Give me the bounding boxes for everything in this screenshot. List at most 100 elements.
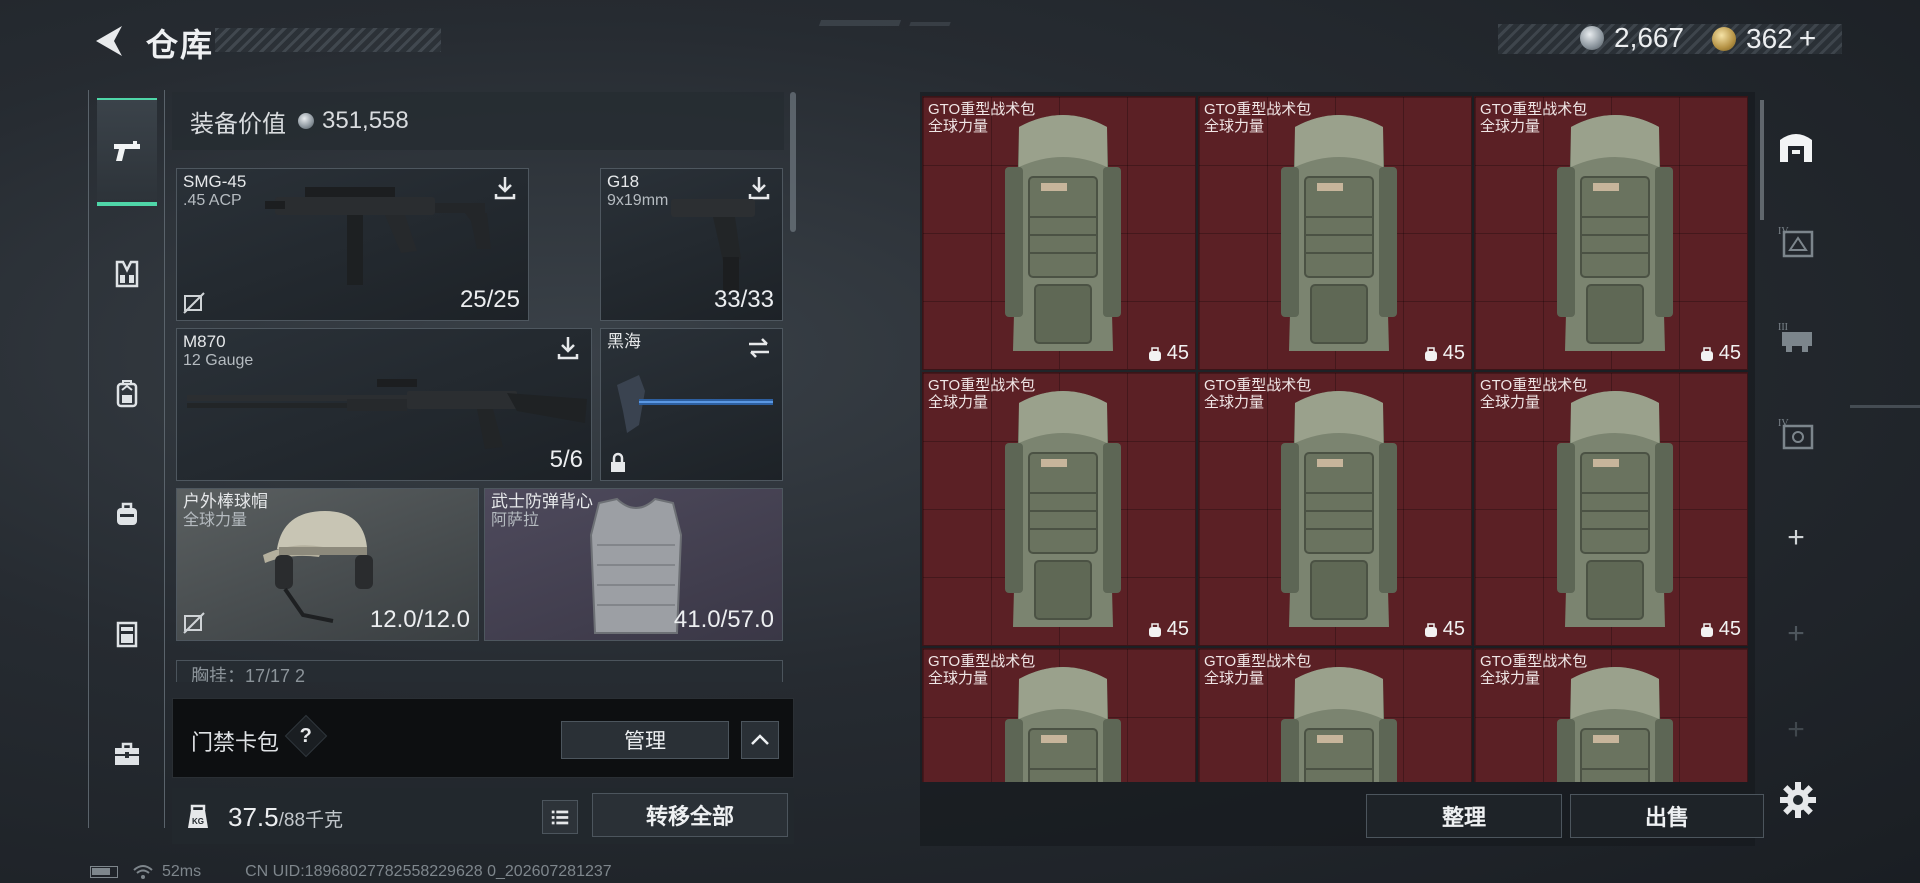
rail-item-chest-rig[interactable]	[97, 220, 157, 328]
stash-item-backpack[interactable]: GTO重型战术包全球力量45	[1198, 96, 1472, 370]
stash-item-backpack[interactable]: GTO重型战术包全球力量45	[1198, 372, 1472, 646]
item-brand: 全球力量	[1204, 670, 1265, 687]
case-icon	[116, 621, 138, 648]
stash-item-backpack[interactable]: GTO重型战术包全球力量45	[922, 648, 1196, 782]
tactical-backpack-image	[1005, 667, 1121, 782]
chest-rig-row[interactable]: 胸挂：17/17 2	[176, 660, 783, 682]
backpack-capacity-icon	[1148, 622, 1161, 637]
smg-45-image	[265, 187, 491, 285]
stash-item-backpack[interactable]: GTO重型战术包全球力量45	[922, 96, 1196, 370]
user-uid: CN UID:18968027782558229628 0_2026072812…	[245, 863, 612, 880]
carry-weight-max: /88千克	[278, 810, 344, 831]
ammo-count: 5/6	[549, 446, 583, 473]
weapon-name: G18	[607, 172, 640, 191]
unload-icon[interactable]	[492, 175, 518, 201]
container-tab-1[interactable]: IV	[1768, 214, 1824, 270]
m870-image	[187, 379, 587, 449]
melee-slot[interactable]: 黑海	[600, 328, 783, 481]
add-currency-button[interactable]: +	[1799, 22, 1817, 56]
item-brand: 全球力量	[928, 394, 989, 411]
stash-item-backpack[interactable]: GTO重型战术包全球力量45	[1474, 372, 1748, 646]
container-tier-icon: IV	[1778, 418, 1814, 450]
add-container-button-locked: +	[1768, 702, 1824, 758]
gear-icon[interactable]	[1778, 780, 1818, 820]
backpack-capacity-icon	[1700, 622, 1713, 637]
armor-slot[interactable]: 武士防弹背心 阿萨拉 41.0/57.0	[484, 488, 783, 641]
item-capacity: 45	[1147, 618, 1189, 641]
equipment-scrollbar[interactable]	[790, 92, 796, 232]
weapon-name: SMG-45	[183, 172, 247, 191]
stash-item-backpack[interactable]: GTO重型战术包全球力量45	[1474, 648, 1748, 782]
help-icon: ?	[299, 724, 313, 747]
equipment-value-label: 装备价值	[190, 110, 286, 138]
weapon-slot-sidearm[interactable]: G18 9x19mm 33/33	[600, 168, 783, 321]
back-button[interactable]	[88, 22, 128, 60]
gold-currency-amount: 362	[1746, 23, 1793, 54]
tactical-backpack-image	[1005, 391, 1121, 627]
add-container-button-locked: +	[1768, 606, 1824, 662]
pistol-icon	[114, 141, 140, 161]
stash-grid: GTO重型战术包 全球力量 45 GTO重型战术包 全球力量 45 GTO重型战术包 全球力量…	[922, 96, 1754, 782]
backpack-capacity-icon	[1700, 346, 1713, 361]
list-view-button[interactable]	[542, 800, 578, 834]
tactical-backpack-image	[1281, 391, 1397, 627]
tactical-backpack-image	[1557, 667, 1673, 782]
ping-readout: 52ms	[162, 863, 202, 880]
add-container-button[interactable]: +	[1768, 510, 1824, 566]
unload-icon[interactable]	[555, 335, 581, 361]
tactical-backpack-image	[1557, 391, 1673, 627]
container-tab-3[interactable]: IV	[1768, 406, 1824, 462]
item-brand: 全球力量	[1480, 394, 1541, 411]
container-tab-stash[interactable]	[1768, 118, 1824, 174]
weapon-slot-primary[interactable]: SMG-45 .45 ACP 25/25	[176, 168, 529, 321]
item-capacity-value: 45	[1718, 618, 1741, 640]
rail-item-container[interactable]	[97, 580, 157, 688]
gold-currency[interactable]: 362 +	[1712, 22, 1816, 56]
equipment-value: 装备价值 351,558	[172, 92, 784, 150]
helmet-brand: 全球力量	[183, 512, 248, 529]
carry-weight-current: 37.5	[228, 802, 279, 832]
helmet-slot[interactable]: 户外棒球帽 全球力量 12.0/12.0	[176, 488, 479, 641]
rail-item-pouch[interactable]	[97, 460, 157, 568]
stash-item-backpack[interactable]: GTO重型战术包全球力量45	[922, 372, 1196, 646]
help-button[interactable]: ?	[284, 714, 328, 758]
sort-button[interactable]: 整理	[1366, 794, 1562, 838]
stash-item-backpack[interactable]: GTO重型战术包全球力量45	[1474, 96, 1748, 370]
silver-currency-amount: 2,667	[1614, 22, 1685, 53]
helmet-name: 户外棒球帽	[183, 492, 268, 511]
list-icon	[551, 810, 569, 825]
plus-icon: +	[1787, 521, 1805, 554]
category-rail	[88, 90, 165, 828]
keycard-case-bar: 门禁卡包 ? 管理	[172, 698, 794, 778]
rail-item-medkit[interactable]	[97, 700, 157, 808]
ammo-count: 33/33	[713, 286, 774, 313]
pouch-icon	[117, 502, 137, 525]
kettlebell-icon-label: KG	[192, 817, 204, 826]
ammo-count: 25/25	[459, 286, 520, 313]
manage-button[interactable]: 管理	[561, 721, 729, 759]
plus-icon: +	[1787, 617, 1805, 650]
item-capacity: 45	[1699, 618, 1741, 641]
tactical-backpack-image	[1005, 115, 1121, 351]
warehouse-icon	[1780, 134, 1812, 162]
item-capacity: 45	[1423, 618, 1465, 641]
stash-item-backpack[interactable]: GTO重型战术包全球力量45	[1198, 648, 1472, 782]
rail-item-weapons[interactable]	[97, 98, 157, 206]
item-capacity-value: 45	[1442, 342, 1465, 364]
item-brand: 全球力量	[928, 118, 989, 135]
no-insurance-icon	[183, 292, 205, 314]
collapse-button[interactable]	[741, 721, 779, 759]
container-tab-2[interactable]: III	[1768, 310, 1824, 366]
baseball-cap-image	[263, 511, 373, 623]
no-insurance-icon	[183, 612, 205, 634]
silver-coin-icon	[298, 113, 314, 129]
silver-coin-icon	[1580, 26, 1604, 50]
axe-image	[617, 375, 773, 433]
container-tier-icon: III	[1778, 322, 1812, 352]
weapon-slot-secondary[interactable]: M870 12 Gauge 5/6	[176, 328, 592, 481]
sell-button[interactable]: 出售	[1570, 794, 1764, 838]
briefcase-icon	[115, 742, 139, 765]
lock-icon	[611, 452, 625, 472]
transfer-all-button[interactable]: 转移全部	[592, 793, 788, 837]
rail-item-backpack[interactable]	[97, 340, 157, 448]
